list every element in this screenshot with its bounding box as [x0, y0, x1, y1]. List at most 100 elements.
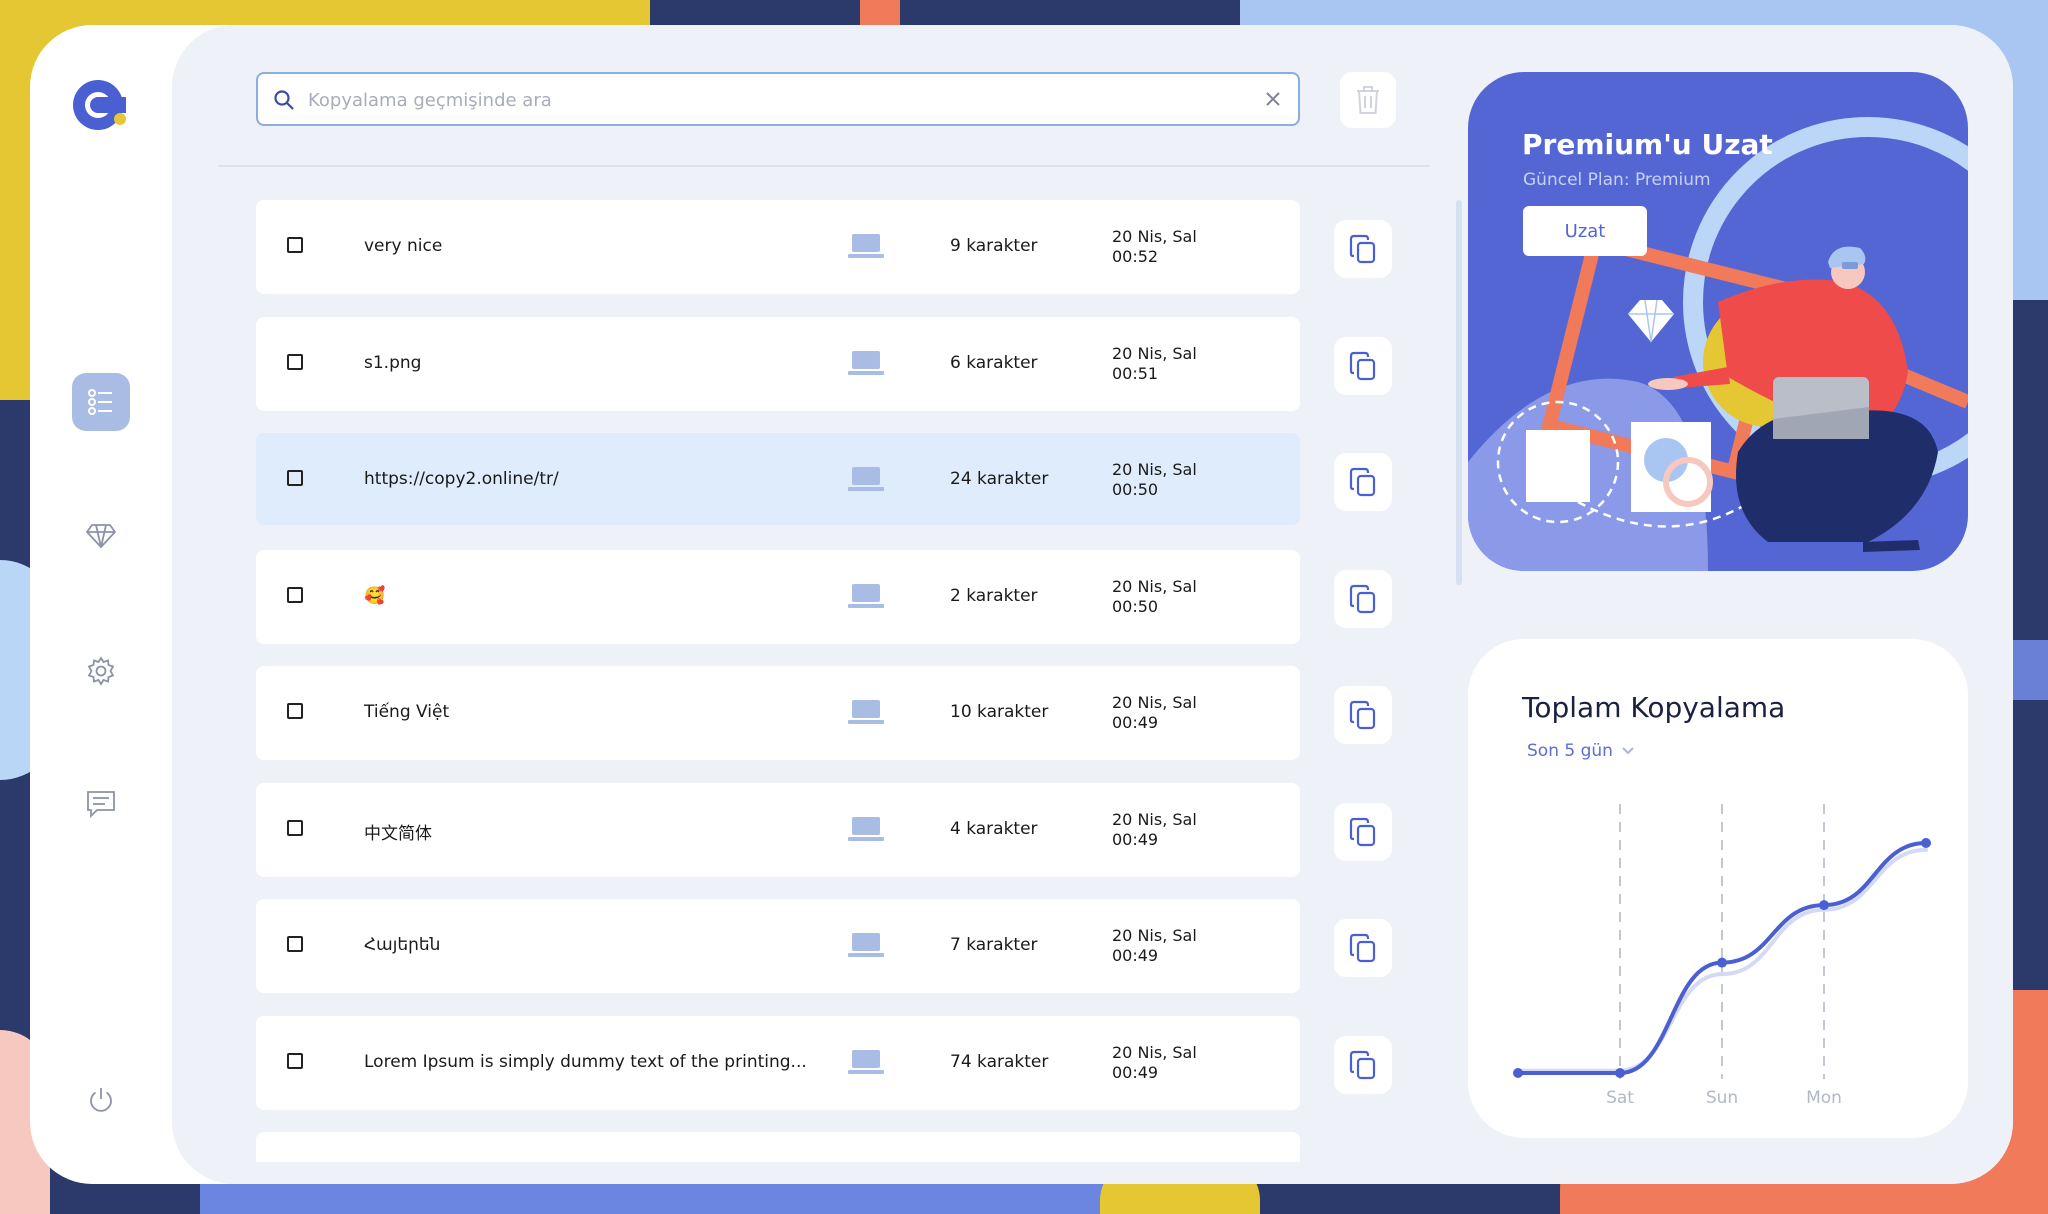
- copy-button[interactable]: [1334, 453, 1392, 511]
- row-checkbox[interactable]: [287, 470, 303, 486]
- app-window: very nice9 karakter20 Nis, Sal00:52 s1.pn…: [30, 25, 2013, 1184]
- laptop-icon: [848, 817, 884, 841]
- clip-date-day: 20 Nis, Sal: [1112, 693, 1197, 712]
- row-checkbox[interactable]: [287, 820, 303, 836]
- list-item[interactable]: 中文简体 4 karakter 20 Nis, Sal 00:49: [256, 783, 1300, 877]
- laptop-icon: [848, 933, 884, 957]
- laptop-icon: [848, 584, 884, 608]
- list-item[interactable]: https://copy2.online/tr/24 karakter 20 Ni…: [256, 433, 1300, 525]
- divider: [218, 165, 1430, 167]
- clip-text: 中文简体: [364, 824, 432, 844]
- list-item[interactable]: Հայերեն 7 karakter 20 Nis, Sal 00:49: [256, 899, 1300, 993]
- clip-date-time: 00:50: [1112, 480, 1159, 499]
- clipboard-history-list: very nice 9 karakter 20 Nis, Sal 00:52 s1.pn…: [256, 200, 1300, 1162]
- copy-button[interactable]: [1334, 220, 1392, 278]
- char-count: 10 karakter: [950, 702, 1049, 722]
- clip-text: Հայերեն: [364, 935, 441, 955]
- list-item[interactable]: Tiếng Việt 10 karakter 20 Nis, Sal 00:49: [256, 666, 1300, 760]
- nav-premium-button[interactable]: [72, 507, 130, 565]
- clear-search-icon[interactable]: [1262, 88, 1284, 110]
- clip-date-day: 20 Nis, Sal: [1112, 460, 1197, 479]
- char-count: 2 karakter: [950, 586, 1038, 606]
- chart-data-point: [1819, 900, 1829, 911]
- char-count: 7 karakter: [950, 935, 1038, 955]
- stats-card: Toplam Kopyalama Son 5 gün Sat Sun Mon: [1468, 639, 1968, 1138]
- nav-history-button[interactable]: [72, 373, 130, 431]
- copy-button[interactable]: [1334, 1036, 1392, 1094]
- copy-icon: [1349, 467, 1376, 497]
- copy-button[interactable]: [1334, 570, 1392, 628]
- copy2-logo[interactable]: [70, 77, 132, 139]
- clip-date: 20 Nis, Sal 00:52: [1112, 227, 1197, 267]
- char-count: 4 karakter: [950, 819, 1038, 839]
- chart-data-point: [1615, 1068, 1625, 1078]
- clip-date: 20 Nis, Sal 00:50: [1112, 460, 1197, 500]
- clip-date-time: 00:49: [1112, 1063, 1159, 1082]
- nav-feedback-button[interactable]: [72, 775, 130, 833]
- scrollbar[interactable]: [1456, 200, 1462, 585]
- extend-premium-button[interactable]: Uzat: [1523, 206, 1647, 256]
- copy-button[interactable]: [1334, 803, 1392, 861]
- copy-button[interactable]: [1334, 919, 1392, 977]
- clip-date-day: 20 Nis, Sal: [1112, 344, 1197, 363]
- char-count: 6 karakter: [950, 353, 1038, 373]
- clip-date-day: 20 Nis, Sal: [1112, 1043, 1197, 1062]
- main-panel: very nice9 karakter20 Nis, Sal00:52 s1.pn…: [172, 25, 2013, 1184]
- clip-date-day: 20 Nis, Sal: [1112, 577, 1197, 596]
- list-item[interactable]: 🥰 2 karakter 20 Nis, Sal 00:50: [256, 550, 1300, 644]
- chart-data-point: [1513, 1068, 1523, 1078]
- clip-date: 20 Nis, Sal 00:50: [1112, 577, 1197, 617]
- clip-date-time: 00:49: [1112, 713, 1159, 732]
- clip-text: very nice: [364, 236, 443, 256]
- nav-settings-button[interactable]: [72, 642, 130, 700]
- copy-icon: [1349, 234, 1376, 264]
- char-count: 24 karakter: [950, 469, 1049, 489]
- chat-icon: [87, 791, 115, 819]
- chart-data-point: [1717, 957, 1727, 968]
- clip-date-time: 00:50: [1112, 597, 1159, 616]
- row-checkbox[interactable]: [287, 936, 303, 952]
- list-icon: [88, 389, 112, 415]
- clip-date-time: 00:49: [1112, 830, 1159, 849]
- chart-tick-label: Sun: [1706, 1088, 1738, 1108]
- list-item[interactable]: s1.png 6 karakter 20 Nis, Sal 00:51: [256, 317, 1300, 411]
- premium-card: Premium'u Uzat Güncel Plan: Premium Uzat: [1468, 72, 1968, 571]
- clip-text: Tiếng Việt: [364, 702, 450, 722]
- copy-icon: [1349, 933, 1376, 963]
- row-checkbox[interactable]: [287, 237, 303, 253]
- clip-text: s1.png: [364, 353, 422, 373]
- search-input[interactable]: [306, 74, 1250, 126]
- char-count: 74 karakter: [950, 1052, 1049, 1072]
- laptop-icon: [848, 1050, 884, 1074]
- row-checkbox[interactable]: [287, 354, 303, 370]
- list-item[interactable]: [256, 1132, 1300, 1162]
- power-icon: [90, 1088, 112, 1112]
- clip-date-day: 20 Nis, Sal: [1112, 926, 1197, 945]
- search-box: [256, 72, 1300, 126]
- delete-button[interactable]: [1340, 72, 1396, 128]
- list-item[interactable]: Lorem Ipsum is simply dummy text of the …: [256, 1016, 1300, 1110]
- copy-button[interactable]: [1334, 686, 1392, 744]
- copy-icon: [1349, 817, 1376, 847]
- current-plan: Güncel Plan: Premium: [1523, 170, 1711, 190]
- clip-date-time: 00:52: [1112, 247, 1159, 266]
- laptop-icon: [848, 700, 884, 724]
- laptop-icon: [848, 234, 884, 258]
- list-item[interactable]: very nice 9 karakter 20 Nis, Sal 00:52: [256, 200, 1300, 294]
- clip-date-time: 00:49: [1112, 946, 1159, 965]
- row-checkbox[interactable]: [287, 1053, 303, 1069]
- copy-icon: [1349, 1050, 1376, 1080]
- row-checkbox[interactable]: [287, 703, 303, 719]
- clip-text: https://copy2.online/tr/: [364, 469, 559, 489]
- clip-date: 20 Nis, Sal 00:49: [1112, 810, 1197, 850]
- clip-date: 20 Nis, Sal 00:51: [1112, 344, 1197, 384]
- diamond-icon: [86, 524, 116, 549]
- clip-date: 20 Nis, Sal 00:49: [1112, 1043, 1197, 1083]
- clip-text: Lorem Ipsum is simply dummy text of the …: [364, 1052, 807, 1072]
- logout-button[interactable]: [72, 1071, 130, 1129]
- copy-button[interactable]: [1334, 337, 1392, 395]
- row-checkbox[interactable]: [287, 587, 303, 603]
- laptop-icon: [848, 351, 884, 375]
- chart-data-point: [1921, 838, 1931, 848]
- clip-text: 🥰: [364, 586, 386, 606]
